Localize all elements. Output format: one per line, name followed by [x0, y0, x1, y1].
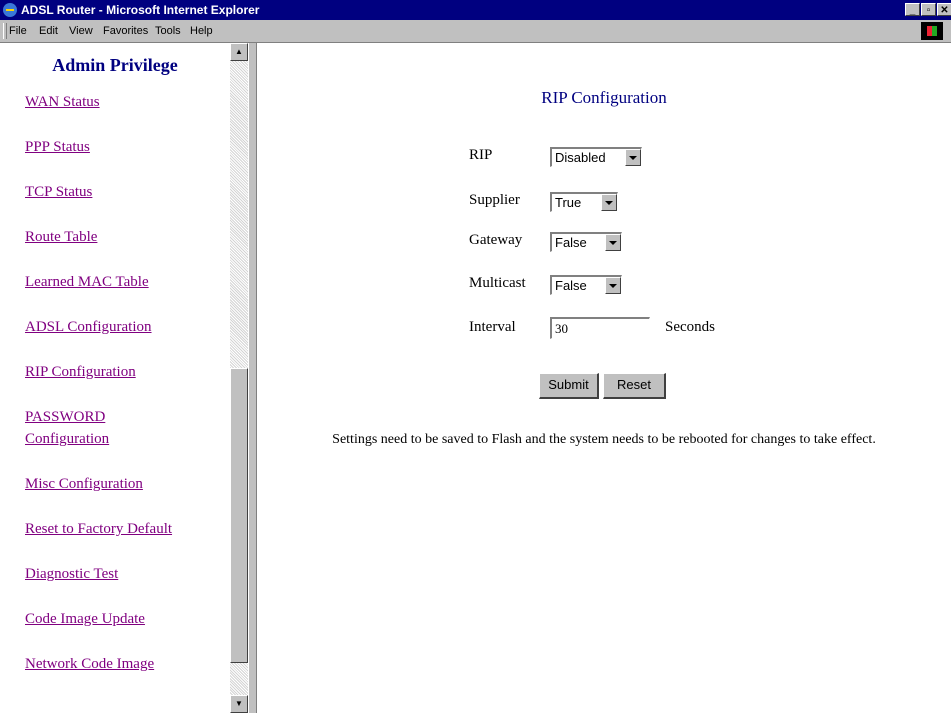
dropdown-arrow-icon[interactable] [605, 234, 621, 251]
interval-label: Interval [469, 319, 516, 335]
supplier-select-value: True [555, 195, 582, 210]
sidebar-scrollbar[interactable]: ▲ ▼ [230, 43, 248, 713]
gateway-select[interactable]: False [550, 232, 622, 252]
rip-select[interactable]: Disabled [550, 147, 642, 167]
rip-select-value: Disabled [555, 150, 606, 165]
menu-favorites[interactable]: Favorites [103, 25, 148, 37]
minimize-button[interactable]: _ [905, 3, 920, 16]
sidebar-link-password-configuration[interactable]: PASSWORD [25, 406, 105, 428]
sidebar-heading: Admin Privilege [52, 55, 178, 75]
menu-grip[interactable] [3, 23, 7, 39]
sidebar-link-ppp-status[interactable]: PPP Status [25, 136, 90, 158]
interval-unit: Seconds [665, 319, 715, 335]
window-title: ADSL Router - Microsoft Internet Explore… [21, 3, 260, 17]
sidebar-link-password-configuration-line2[interactable]: Configuration [25, 428, 109, 450]
menu-tools[interactable]: Tools [155, 25, 181, 37]
sidebar-link-adsl-configuration[interactable]: ADSL Configuration [25, 316, 152, 338]
menu-edit[interactable]: Edit [39, 25, 58, 37]
supplier-label: Supplier [469, 192, 520, 208]
sidebar-link-diagnostic-test[interactable]: Diagnostic Test [25, 563, 118, 585]
reset-button[interactable]: Reset [603, 373, 666, 399]
sidebar-link-rip-configuration[interactable]: RIP Configuration [25, 361, 136, 383]
main-content: RIP Configuration RIP Disabled Supplier … [257, 43, 951, 713]
sidebar-link-learned-mac-table[interactable]: Learned MAC Table [25, 271, 149, 293]
rip-label: RIP [469, 147, 493, 163]
windows-logo-icon [921, 22, 943, 40]
menu-help[interactable]: Help [190, 25, 213, 37]
sidebar-link-wan-status[interactable]: WAN Status [25, 91, 100, 113]
page-title: RIP Configuration [541, 88, 667, 107]
ie-icon [3, 3, 17, 17]
supplier-select[interactable]: True [550, 192, 618, 212]
sidebar: Admin Privilege WAN Status PPP Status TC… [0, 43, 230, 713]
gateway-label: Gateway [469, 232, 523, 248]
save-reboot-note: Settings need to be saved to Flash and t… [332, 432, 876, 447]
gateway-select-value: False [555, 235, 587, 250]
maximize-button[interactable]: ▫ [921, 3, 936, 16]
sidebar-link-tcp-status[interactable]: TCP Status [25, 181, 92, 203]
sidebar-link-misc-configuration[interactable]: Misc Configuration [25, 473, 143, 495]
scroll-thumb[interactable] [230, 368, 248, 663]
interval-input[interactable] [550, 317, 650, 339]
multicast-label: Multicast [469, 275, 526, 291]
sidebar-link-code-image-update[interactable]: Code Image Update [25, 608, 145, 630]
multicast-select-value: False [555, 278, 587, 293]
menu-file[interactable]: File [9, 25, 27, 37]
sidebar-link-reset-factory-default[interactable]: Reset to Factory Default [25, 518, 172, 540]
menu-view[interactable]: View [69, 25, 93, 37]
title-bar: ADSL Router - Microsoft Internet Explore… [0, 0, 951, 20]
dropdown-arrow-icon[interactable] [601, 194, 617, 211]
dropdown-arrow-icon[interactable] [605, 277, 621, 294]
multicast-select[interactable]: False [550, 275, 622, 295]
sidebar-link-route-table[interactable]: Route Table [25, 226, 97, 248]
sidebar-link-network-code-image[interactable]: Network Code Image [25, 653, 154, 675]
close-button[interactable]: ✕ [937, 3, 951, 16]
submit-button[interactable]: Submit [539, 373, 599, 399]
scroll-down-arrow-icon[interactable]: ▼ [230, 695, 248, 713]
dropdown-arrow-icon[interactable] [625, 149, 641, 166]
scroll-up-arrow-icon[interactable]: ▲ [230, 43, 248, 61]
frame-divider[interactable] [248, 43, 257, 713]
menu-bar: File Edit View Favorites Tools Help [0, 20, 951, 43]
